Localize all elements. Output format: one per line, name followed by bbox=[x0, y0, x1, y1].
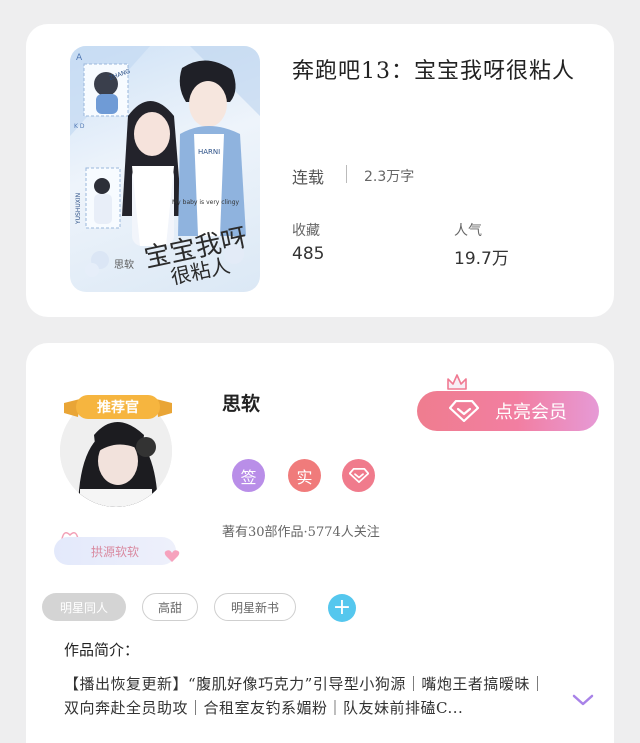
synopsis-heading: 作品简介： bbox=[64, 641, 140, 659]
favorites-label: 收藏 bbox=[292, 223, 320, 239]
svg-text:K D: K D bbox=[74, 123, 85, 130]
heart-icon bbox=[164, 550, 180, 562]
synopsis-text: 【播出恢复更新】“腹肌好像巧克力”引导型小狗源｜嘴炮王者搞暧昧｜双向奔赴全员助攻… bbox=[64, 675, 546, 717]
author-works-followers: 著有30部作品·5774人关注 bbox=[222, 525, 380, 540]
fan-group-label: 拱源软软 bbox=[90, 544, 139, 559]
book-title: 奔跑吧13：宝宝我呀很粘人 bbox=[292, 59, 575, 84]
diamond-icon bbox=[449, 400, 479, 422]
svg-text:A: A bbox=[76, 53, 83, 63]
add-tag-button[interactable]: + bbox=[328, 594, 356, 622]
activate-vip-button[interactable]: 点亮会员 bbox=[417, 391, 599, 431]
serialization-status: 连载 bbox=[292, 168, 325, 187]
signed-author-badge: 签 bbox=[232, 459, 265, 492]
verified-badge-label: 实 bbox=[296, 467, 313, 487]
fan-group-badge[interactable]: 拱源软软 bbox=[54, 537, 176, 565]
book-info-card: HARNI A K D ZHANG YUSHUXIN My baby is ve… bbox=[26, 24, 614, 317]
status-divider bbox=[346, 165, 347, 183]
verified-author-badge: 实 bbox=[288, 459, 321, 492]
chevron-down-icon[interactable] bbox=[572, 693, 594, 707]
word-count: 2.3万字 bbox=[364, 169, 415, 185]
author-name[interactable]: 思软 bbox=[222, 389, 260, 416]
diamond-icon bbox=[348, 468, 369, 483]
recommender-ribbon-label: 推荐官 bbox=[97, 400, 139, 416]
plus-icon: + bbox=[332, 595, 352, 620]
svg-text:My baby is very clingy: My baby is very clingy bbox=[172, 199, 239, 206]
tag-celebrity-fanfic[interactable]: 明星同人 bbox=[42, 593, 126, 621]
signed-badge-label: 签 bbox=[240, 467, 257, 487]
vip-author-badge bbox=[342, 459, 375, 492]
svg-text:HARNI: HARNI bbox=[198, 148, 220, 156]
popularity-label: 人气 bbox=[454, 223, 482, 239]
recommender-ribbon: 推荐官 bbox=[64, 393, 172, 423]
author-info-card: 推荐官 思软 点亮会员 签 实 著有30部作品·5774人关注 拱源软软 明星同… bbox=[26, 343, 614, 743]
svg-text:思软: 思软 bbox=[114, 258, 134, 271]
crown-icon bbox=[447, 374, 467, 390]
favorites-value: 485 bbox=[292, 244, 325, 264]
tag-new-release[interactable]: 明星新书 bbox=[214, 593, 296, 621]
vip-button-label: 点亮会员 bbox=[495, 402, 567, 423]
tag-sweet[interactable]: 高甜 bbox=[142, 593, 198, 621]
book-cover-image[interactable]: HARNI A K D ZHANG YUSHUXIN My baby is ve… bbox=[70, 46, 260, 292]
svg-text:YUSHUXIN: YUSHUXIN bbox=[75, 193, 82, 225]
popularity-value: 19.7万 bbox=[454, 249, 509, 269]
